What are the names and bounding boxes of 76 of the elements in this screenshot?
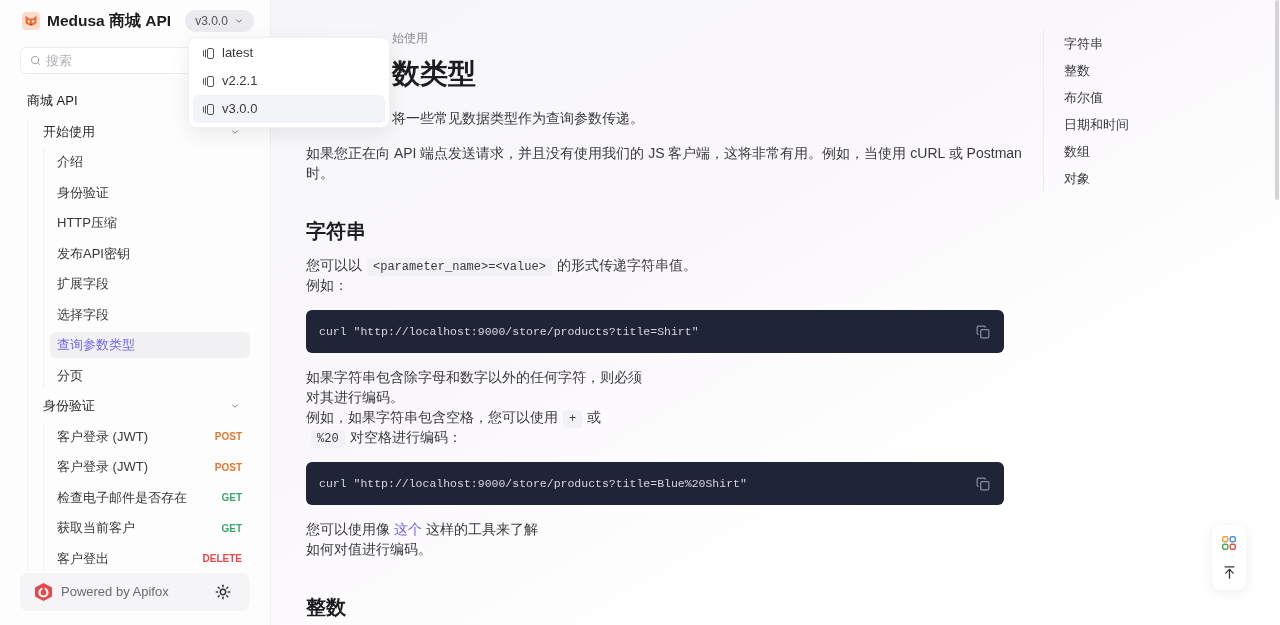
hexagon-logo-icon [35,583,52,601]
toc-item[interactable]: 数组 [1064,138,1243,165]
chevron-down-icon [233,16,244,26]
app-grid-icon [1222,535,1236,550]
method-label: POST [214,460,242,475]
toc-item[interactable]: 字符串 [1064,30,1243,57]
copy-button[interactable] [976,324,990,339]
nav-item[interactable]: 身份验证 [50,179,250,206]
toc-item[interactable]: 布尔值 [1064,84,1243,111]
paragraph: 您可以使用像 这个 这样的工具来了解 如何对值进行编码。 [306,520,539,559]
nav-item[interactable]: 客户登录 (JWT) POST [50,423,250,450]
method-label: GET [221,491,242,505]
nav-item[interactable]: 获取当前客户 GET [50,515,250,541]
scrollbar-thumb[interactable] [1275,0,1279,200]
nav-item[interactable]: 选择字段 [50,301,250,328]
sun-icon [215,584,231,600]
nav-group[interactable]: 身份验证 [36,393,250,419]
code-text: curl "http://localhost:9000/store/products?title=Blue%20Shirt" [319,475,747,492]
nav-item[interactable]: 客户登录 (JWT) POST [50,454,250,480]
toc-item[interactable]: 对象 [1064,165,1243,192]
method-label: POST [214,430,242,444]
copy-icon [976,476,990,491]
page-title: 数类型 [390,57,477,91]
section-heading: 整数 [306,597,347,617]
nav-group-label: 开始使用 [43,122,95,141]
stack-icon [203,103,214,115]
nav-item[interactable]: 查询参数类型 [50,332,250,358]
nav-item[interactable]: 分页 [50,362,250,389]
inline-code: %20 [311,430,345,448]
nav-item[interactable]: 扩展字段 [50,271,250,297]
method-label: GET [221,521,242,536]
nav-item-label: 客户登录 (JWT) [57,427,148,446]
nav-item[interactable]: 介绍 [50,149,250,175]
section-title: 商城 API [27,92,78,111]
section-heading: 字符串 [306,221,367,241]
copy-icon [976,324,990,339]
code-text: curl "http://localhost:9000/store/products?title=Shirt" [319,323,699,340]
stack-icon [203,47,214,59]
powered-by-link[interactable]: Powered by Apifox [61,582,169,602]
inline-code: + [563,410,583,428]
paragraph: 如果您正在向 API 端点发送请求，并且没有使用我们的 JS 客户端，这将非常有用。例如，当使用 cURL 或 Postman 时。 [306,144,1023,183]
nav-item-label: 选择字段 [57,305,109,324]
nav-item-label: 身份验证 [57,183,109,202]
chevron-down-icon [230,401,240,411]
nav-item[interactable]: HTTP压缩 [50,210,250,236]
nav-item-label: 发布API密钥 [57,244,130,263]
apps-button[interactable] [1222,535,1236,550]
app-title: Medusa 商城 API [47,11,172,32]
version-option[interactable]: v3.0.0 [193,95,385,123]
nav-item-label: 获取当前客户 [57,519,135,538]
toc-item[interactable]: 整数 [1064,57,1243,84]
inline-code: <parameter_name>=<value> [367,258,552,276]
nav-item-label: 分页 [57,366,83,385]
nav-item-label: 检查电子邮件是否存在 [57,488,187,507]
method-label: DELETE [202,552,242,566]
nav-item[interactable]: 发布API密钥 [50,240,250,267]
search-icon [30,55,41,66]
nav-group-label: 身份验证 [43,397,95,416]
nav-item-label: HTTP压缩 [57,214,117,233]
lead-text: 将一些常见数据类型作为查询参数传递。 [391,109,645,128]
nav-item[interactable]: 检查电子邮件是否存在 GET [50,484,250,511]
version-selector[interactable]: v3.0.0 [185,10,254,32]
toc-item[interactable]: 日期和时间 [1064,111,1243,138]
theme-toggle[interactable] [215,584,231,600]
paragraph: 您可以以 <parameter_name>=<value> 的形式传递字符串值。 例如： [306,256,698,295]
link[interactable]: 这个 [393,521,422,537]
stack-icon [203,75,214,87]
nav-item-label: 介绍 [57,153,83,172]
paragraph: 如果字符串包含除字母和数字以外的任何字符，则必须 对其进行编码。 例如，如果字符串包含空格，您可以使用 + 或 %20 对空格进行编码： [306,368,643,447]
nav-item-label: 客户登出 [57,549,109,568]
copy-button[interactable] [976,476,990,491]
nav-item[interactable]: 客户登出 DELETE [50,545,250,572]
nav-item-label: 查询参数类型 [57,336,135,355]
fox-head-logo-icon [22,12,40,30]
nav-item-label: 客户登录 (JWT) [57,458,148,477]
nav-item-label: 扩展字段 [57,275,109,294]
